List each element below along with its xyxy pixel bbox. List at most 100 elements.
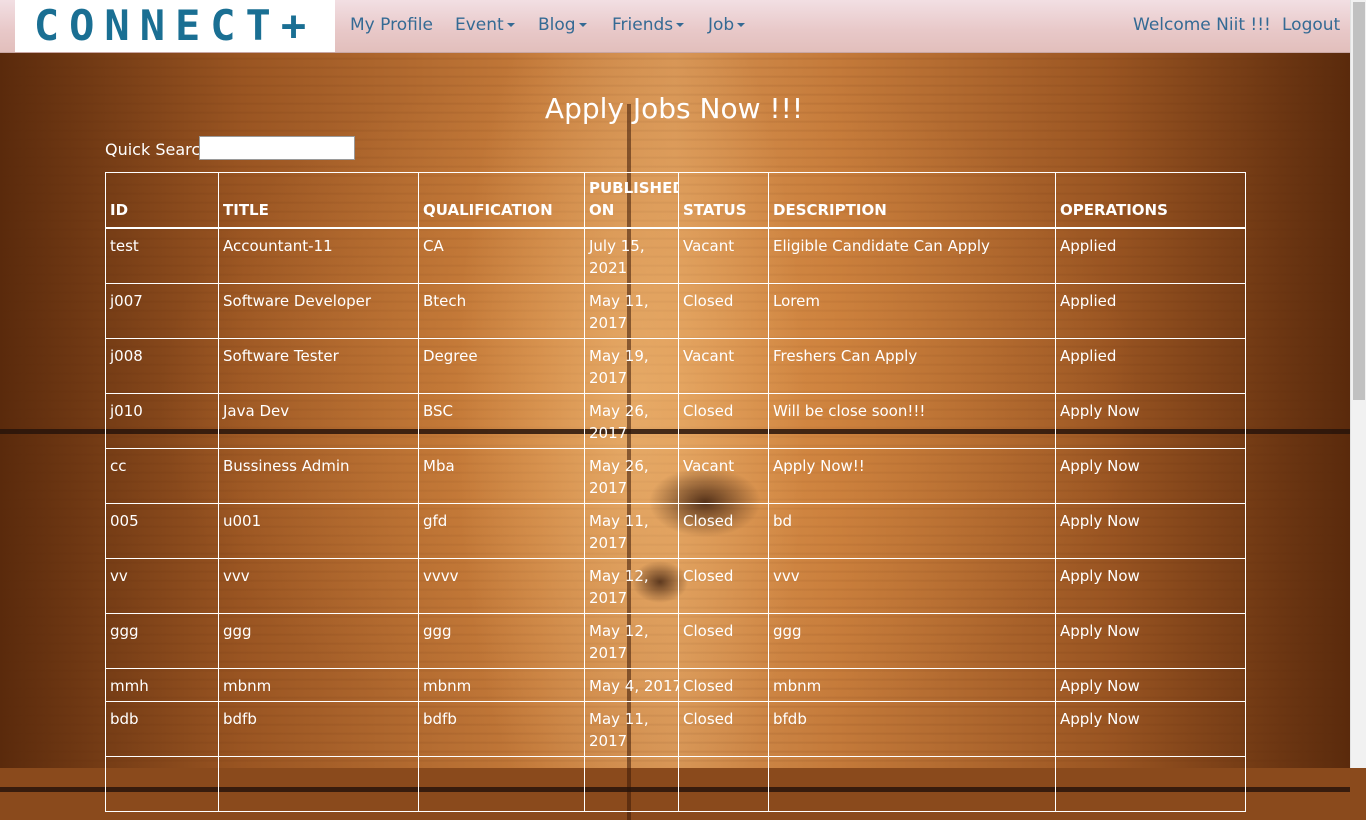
cell-operation-status: Applied <box>1055 283 1246 339</box>
cell-published-on: July 15, 2021 <box>584 227 679 284</box>
cell-status: Closed <box>678 668 769 702</box>
nav-job-dropdown[interactable]: Job <box>708 0 746 52</box>
cell-description: ggg <box>768 613 1056 669</box>
cell-qualification <box>418 756 585 812</box>
column-header-published-on[interactable]: PUBLISHED ON <box>584 172 679 229</box>
table-row: j007 Software Developer Btech May 11, 20… <box>105 283 1246 339</box>
nav-blog-dropdown[interactable]: Blog <box>538 0 587 52</box>
apply-now-link[interactable]: Apply Now <box>1055 393 1246 449</box>
apply-now-link[interactable]: Apply Now <box>1055 701 1246 757</box>
cell-status: Closed <box>678 701 769 757</box>
caret-down-icon <box>578 23 587 27</box>
cell-status: Vacant <box>678 227 769 284</box>
nav-label: Friends <box>612 15 674 35</box>
cell-description: Eligible Candidate Can Apply <box>768 227 1056 284</box>
welcome-user-link[interactable]: Welcome Niit !!! <box>1133 0 1271 52</box>
apply-now-link[interactable]: Apply Now <box>1055 558 1246 614</box>
cell-qualification: ggg <box>418 613 585 669</box>
cell-qualification: mbnm <box>418 668 585 702</box>
cell-id: vv <box>105 558 219 614</box>
cell-qualification: BSC <box>418 393 585 449</box>
cell-title: Bussiness Admin <box>218 448 419 504</box>
page-title: Apply Jobs Now !!! <box>544 92 804 125</box>
cell-title: Software Developer <box>218 283 419 339</box>
nav-label: My Profile <box>350 15 433 35</box>
quick-search-input[interactable] <box>199 136 355 160</box>
logout-link[interactable]: Logout <box>1282 0 1340 52</box>
table-row: j010 Java Dev BSC May 26, 2017 Closed Wi… <box>105 393 1246 449</box>
top-navbar: CONNECT+ My Profile Event Blog Friends J… <box>0 0 1350 53</box>
cell-published-on: May 11, 2017 <box>584 283 679 339</box>
cell-id: bdb <box>105 701 219 757</box>
nav-label: Event <box>455 15 504 35</box>
column-header-id[interactable]: ID <box>105 172 219 229</box>
column-header-status[interactable]: STATUS <box>678 172 769 229</box>
cell-title: vvv <box>218 558 419 614</box>
cell-published-on: May 4, 2017 <box>584 668 679 702</box>
cell-title: Software Tester <box>218 338 419 394</box>
cell-id: ggg <box>105 613 219 669</box>
apply-now-link[interactable]: Apply Now <box>1055 503 1246 559</box>
scrollbar-thumb[interactable] <box>1353 2 1365 400</box>
table-row: ggg ggg ggg May 12, 2017 Closed ggg Appl… <box>105 613 1246 669</box>
cell-id: mmh <box>105 668 219 702</box>
column-header-description[interactable]: DESCRIPTION <box>768 172 1056 229</box>
cell-title: u001 <box>218 503 419 559</box>
table-row: cc Bussiness Admin Mba May 26, 2017 Vaca… <box>105 448 1246 504</box>
nav-friends-dropdown[interactable]: Friends <box>612 0 685 52</box>
cell-title: ggg <box>218 613 419 669</box>
cell-operation-status: Applied <box>1055 227 1246 284</box>
cell-published-on: May 19, 2017 <box>584 338 679 394</box>
cell-published-on: May 11, 2017 <box>584 701 679 757</box>
column-header-title[interactable]: TITLE <box>218 172 419 229</box>
cell-published-on: May 12, 2017 <box>584 613 679 669</box>
cell-description: Will be close soon!!! <box>768 393 1056 449</box>
cell-status: Closed <box>678 503 769 559</box>
cell-qualification: Btech <box>418 283 585 339</box>
table-row: vv vvv vvvv May 12, 2017 Closed vvv Appl… <box>105 558 1246 614</box>
cell-qualification: vvvv <box>418 558 585 614</box>
vertical-scrollbar[interactable] <box>1350 0 1366 768</box>
caret-down-icon <box>676 23 685 27</box>
nav-my-profile[interactable]: My Profile <box>350 0 433 52</box>
cell-qualification: gfd <box>418 503 585 559</box>
caret-down-icon <box>506 23 515 27</box>
cell-qualification: Mba <box>418 448 585 504</box>
apply-now-link[interactable]: Apply Now <box>1055 668 1246 702</box>
cell-status: Closed <box>678 558 769 614</box>
apply-now-link[interactable]: Apply Now <box>1055 448 1246 504</box>
cell-published-on: May 12, 2017 <box>584 558 679 614</box>
caret-down-icon <box>737 23 746 27</box>
nav-label: Job <box>708 15 735 35</box>
cell-description: Freshers Can Apply <box>768 338 1056 394</box>
cell-description <box>768 756 1056 812</box>
cell-description: vvv <box>768 558 1056 614</box>
table-header-row: ID TITLE QUALIFICATION PUBLISHED ON STAT… <box>105 172 1246 229</box>
cell-published-on: May 11, 2017 <box>584 503 679 559</box>
apply-now-link[interactable]: Apply Now <box>1055 613 1246 669</box>
cell-status: Closed <box>678 613 769 669</box>
cell-id <box>105 756 219 812</box>
column-header-operations[interactable]: OPERATIONS <box>1055 172 1246 229</box>
cell-published-on: May 26, 2017 <box>584 393 679 449</box>
column-header-qualification[interactable]: QUALIFICATION <box>418 172 585 229</box>
cell-status: Closed <box>678 283 769 339</box>
cell-title <box>218 756 419 812</box>
cell-description: bfdb <box>768 701 1056 757</box>
nav-event-dropdown[interactable]: Event <box>455 0 515 52</box>
cell-published-on <box>584 756 679 812</box>
table-row: mmh mbnm mbnm May 4, 2017 Closed mbnm Ap… <box>105 668 1246 702</box>
welcome-label: Welcome Niit !!! <box>1133 15 1271 35</box>
cell-id: j010 <box>105 393 219 449</box>
table-row <box>105 756 1246 812</box>
table-row: 005 u001 gfd May 11, 2017 Closed bd Appl… <box>105 503 1246 559</box>
table-row: j008 Software Tester Degree May 19, 2017… <box>105 338 1246 394</box>
cell-description: bd <box>768 503 1056 559</box>
cell-status <box>678 756 769 812</box>
cell-title: mbnm <box>218 668 419 702</box>
cell-qualification: CA <box>418 227 585 284</box>
logout-label: Logout <box>1282 15 1341 35</box>
cell-id: j008 <box>105 338 219 394</box>
logo[interactable]: CONNECT+ <box>15 0 335 52</box>
cell-status: Vacant <box>678 338 769 394</box>
